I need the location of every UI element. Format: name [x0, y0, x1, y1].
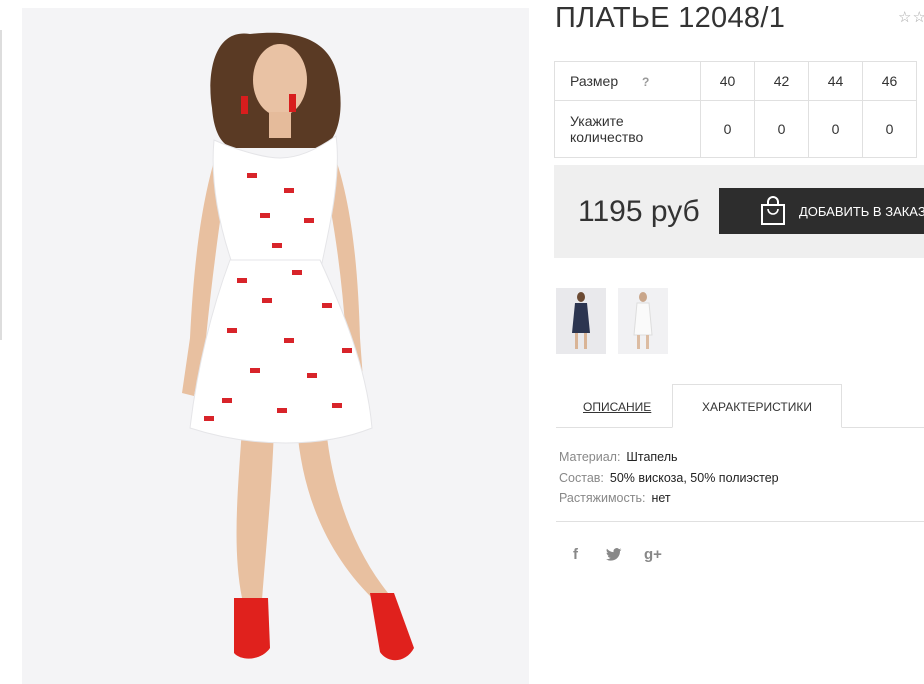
- quantity-label-line2: количество: [570, 129, 644, 145]
- price: 1195 руб: [578, 195, 700, 228]
- quantity-input-42[interactable]: 0: [754, 100, 809, 158]
- tab-characteristics[interactable]: ХАРАКТЕРИСТИКИ: [672, 384, 842, 428]
- product-title: ПЛАТЬЕ 12048/1: [555, 2, 786, 34]
- spec-row-material: Материал: Штапель: [559, 447, 779, 468]
- add-to-cart-button[interactable]: ДОБАВИТЬ В ЗАКАЗ: [719, 188, 924, 234]
- spec-row-stretch: Растяжимость: нет: [559, 488, 779, 509]
- main-product-photo[interactable]: [22, 8, 529, 684]
- spec-value: Штапель: [626, 450, 678, 464]
- twitter-icon[interactable]: [606, 548, 622, 565]
- quantity-row: Укажите количество 0 0 0 0: [554, 100, 917, 158]
- spec-value: 50% вискоза, 50% полиэстер: [609, 470, 779, 485]
- size-44: 44: [808, 61, 863, 101]
- thumbnail-white-dress[interactable]: [618, 288, 668, 354]
- quantity-input-46[interactable]: 0: [862, 100, 917, 158]
- size-46: 46: [862, 61, 917, 101]
- shopping-bag-icon: [761, 196, 785, 225]
- spec-key: Материал:: [559, 450, 621, 464]
- add-to-cart-label: ДОБАВИТЬ В ЗАКАЗ: [799, 204, 924, 219]
- left-edge-strip: [0, 30, 2, 340]
- tab-description[interactable]: ОПИСАНИЕ: [583, 400, 651, 414]
- spec-key: Состав:: [559, 470, 604, 485]
- price-box: 1195 руб ДОБАВИТЬ В ЗАКАЗ: [554, 165, 924, 258]
- size-quantity-table: Размер ? 40 42 44 46 Укажите количество …: [554, 61, 917, 158]
- quantity-input-40[interactable]: 0: [700, 100, 755, 158]
- question-icon[interactable]: ?: [642, 75, 649, 89]
- quantity-label-cell: Укажите количество: [554, 100, 701, 158]
- size-42: 42: [754, 61, 809, 101]
- model-illustration: [22, 8, 529, 684]
- divider: [556, 521, 924, 522]
- thumbnail-navy-dress[interactable]: [556, 288, 606, 354]
- size-row: Размер ? 40 42 44 46: [554, 61, 917, 101]
- size-label-cell: Размер ?: [554, 61, 701, 101]
- twitter-bird-shape: [606, 548, 622, 561]
- size-40: 40: [700, 61, 755, 101]
- spec-key: Растяжимость:: [559, 491, 646, 505]
- google-plus-icon[interactable]: g+: [644, 546, 662, 563]
- thumbnail-image: [556, 288, 606, 354]
- quantity-label-line1: Укажите: [570, 113, 624, 129]
- facebook-icon[interactable]: f: [573, 546, 578, 563]
- spec-row-composition: Состав: 50% вискоза, 50% полиэстер: [559, 468, 779, 489]
- specs-list: Материал: Штапель Состав: 50% вискоза, 50%…: [559, 447, 779, 509]
- size-label: Размер: [570, 73, 619, 89]
- rating-stars[interactable]: ☆☆: [898, 8, 924, 26]
- spec-value: нет: [651, 491, 671, 505]
- quantity-input-44[interactable]: 0: [808, 100, 863, 158]
- thumbnail-image: [618, 288, 668, 354]
